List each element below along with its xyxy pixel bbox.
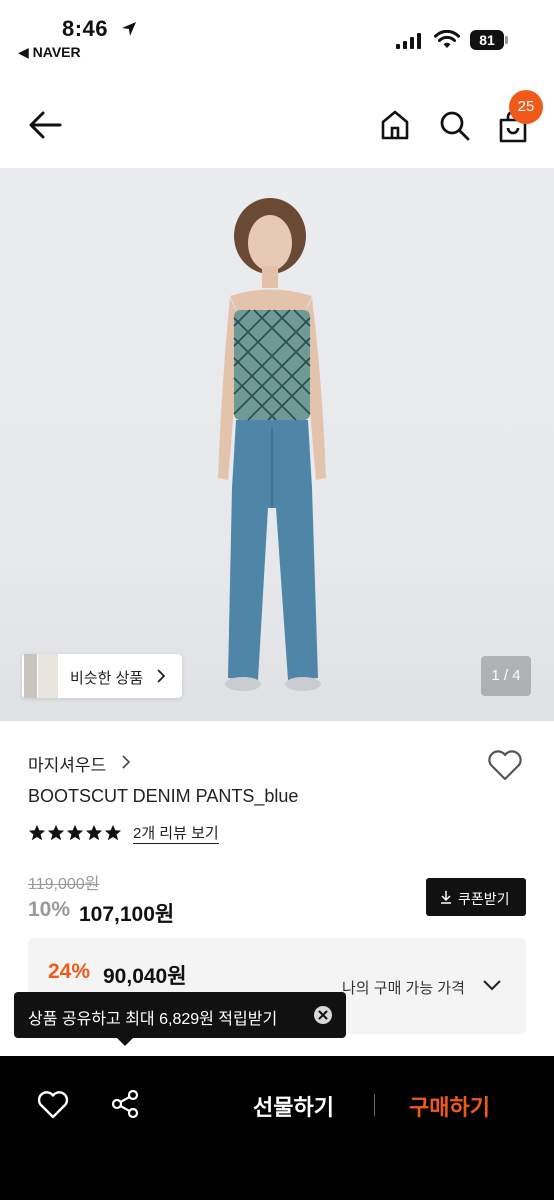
product-name: BOOTSCUT DENIM PANTS_blue <box>28 786 299 806</box>
best-price: 90,040원 <box>103 965 187 988</box>
status-time: 8:46 <box>62 16 109 41</box>
buy-button[interactable]: 구매하기 <box>409 1090 490 1122</box>
back-to-app-link[interactable]: ◀ NAVER <box>18 44 81 61</box>
star-icon <box>47 824 65 841</box>
chevron-down-icon[interactable] <box>482 978 502 992</box>
location-arrow-icon <box>122 22 136 36</box>
search-icon[interactable] <box>437 108 471 142</box>
download-icon <box>441 891 451 904</box>
wifi-icon <box>434 30 460 48</box>
original-price: 119,000원 <box>28 876 100 893</box>
cellular-signal-icon <box>396 33 421 49</box>
battery-level: 81 <box>470 30 504 50</box>
star-icon <box>85 824 103 841</box>
share-reward-tooltip: 상품 공유하고 최대 6,829원 적립받기 <box>14 992 346 1038</box>
app-header <box>0 80 554 168</box>
chevron-right-icon <box>157 669 166 683</box>
status-bar: 8:46 ◀ NAVER 81 <box>0 0 554 70</box>
home-icon[interactable] <box>378 108 412 142</box>
brand-link[interactable]: 마지셔우드 <box>28 751 106 776</box>
star-icon <box>104 824 122 841</box>
divider <box>374 1094 375 1116</box>
similar-products-button[interactable]: 비슷한 상품 <box>22 654 182 698</box>
image-page-indicator: 1 / 4 <box>481 656 531 696</box>
cart-count-badge: 25 <box>509 90 543 124</box>
product-image[interactable]: 비슷한 상품 1 / 4 <box>0 168 554 721</box>
heart-icon[interactable] <box>36 1088 70 1120</box>
coupon-download-button[interactable]: 쿠폰받기 <box>426 878 526 916</box>
star-icon <box>28 824 46 841</box>
star-icon <box>66 824 84 841</box>
share-icon[interactable] <box>110 1088 142 1120</box>
battery-cap <box>505 36 508 44</box>
similar-thumb-2 <box>38 654 58 698</box>
similar-thumb-1 <box>24 654 38 698</box>
gift-button[interactable]: 선물하기 <box>253 1090 334 1122</box>
wishlist-heart-icon[interactable] <box>486 748 524 782</box>
tooltip-text: 상품 공유하고 최대 6,829원 적립받기 <box>28 1011 278 1028</box>
best-discount-rate: 24% <box>48 960 91 983</box>
sale-price: 107,100원 <box>79 903 175 926</box>
coupon-label: 쿠폰받기 <box>458 891 510 907</box>
bottom-action-bar: 선물하기 구매하기 <box>0 1056 554 1200</box>
close-icon[interactable] <box>313 1005 333 1025</box>
battery-indicator: 81 <box>470 30 508 50</box>
rating-stars <box>28 824 122 842</box>
model-photo <box>218 198 326 691</box>
similar-products-thumbnail <box>24 654 58 698</box>
review-link[interactable]: 2개 리뷰 보기 <box>133 824 219 844</box>
chevron-right-icon <box>122 755 131 769</box>
discount-rate: 10% <box>28 898 71 921</box>
back-arrow-icon[interactable] <box>26 108 64 142</box>
best-price-label: 나의 구매 가능 가격 <box>342 980 465 997</box>
similar-products-label: 비슷한 상품 <box>70 670 144 687</box>
tooltip-pointer <box>117 1038 133 1046</box>
